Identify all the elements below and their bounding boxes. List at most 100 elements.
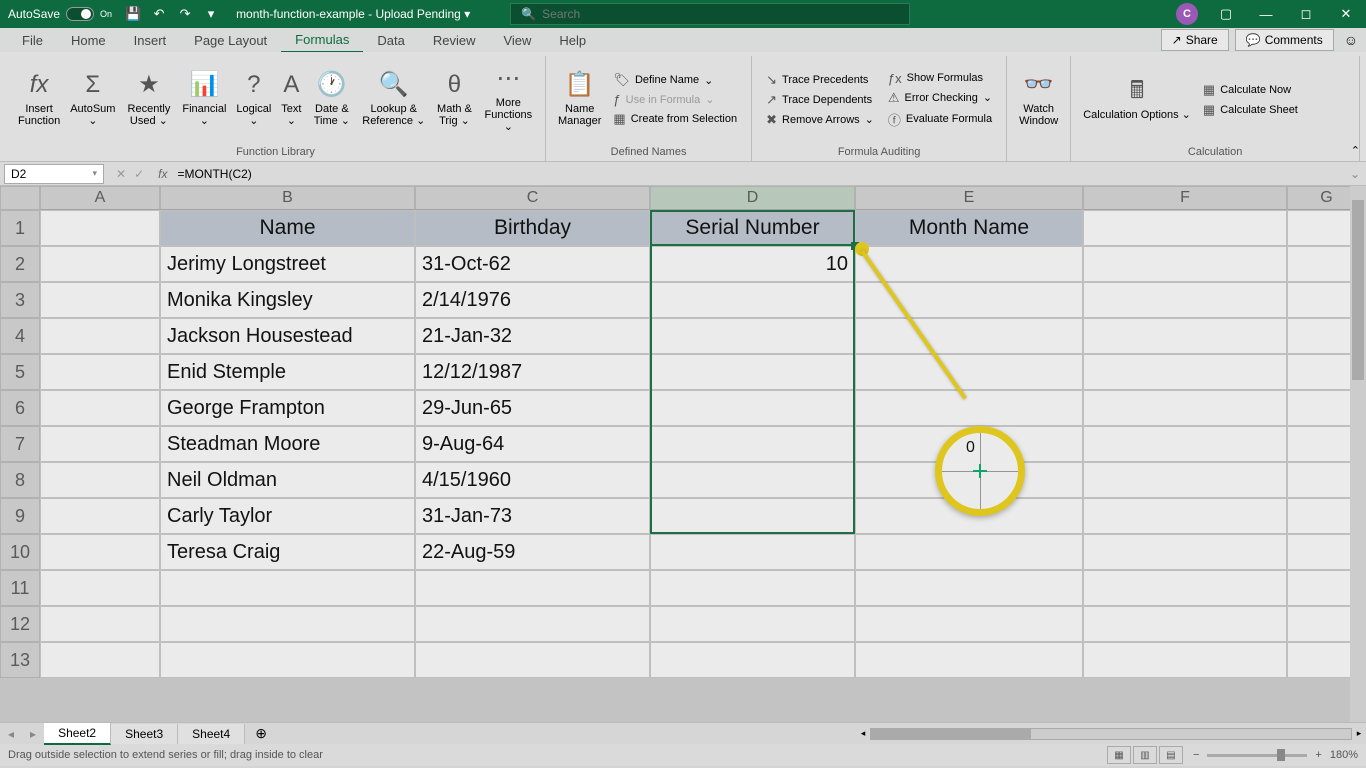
row-header[interactable]: 1 <box>0 210 40 246</box>
cell[interactable] <box>415 642 650 678</box>
trace-precedents-button[interactable]: ↘Trace Precedents <box>766 72 874 88</box>
save-icon[interactable]: 💾 <box>120 0 146 28</box>
column-header[interactable]: D <box>650 186 855 210</box>
cell[interactable]: 31-Jan-73 <box>415 498 650 534</box>
tab-help[interactable]: Help <box>545 29 600 52</box>
search-box[interactable]: 🔍 <box>510 3 910 25</box>
tab-nav-prev-icon[interactable]: ◂ <box>0 727 22 741</box>
lookup-reference-button[interactable]: 🔍Lookup & Reference ⌄ <box>358 56 429 143</box>
name-manager-button[interactable]: 📋Name Manager <box>554 56 605 143</box>
add-sheet-icon[interactable]: ⊕ <box>245 725 277 742</box>
select-all-corner[interactable] <box>0 186 40 210</box>
row-header[interactable]: 4 <box>0 318 40 354</box>
financial-button[interactable]: 📊Financial⌄ <box>178 56 230 143</box>
share-button[interactable]: ↗Share <box>1161 29 1229 51</box>
calculate-sheet-button[interactable]: ▦Calculate Sheet <box>1203 102 1298 118</box>
cell[interactable] <box>40 282 160 318</box>
tab-file[interactable]: File <box>8 29 57 52</box>
cell[interactable]: 12/12/1987 <box>415 354 650 390</box>
tab-insert[interactable]: Insert <box>120 29 181 52</box>
cell[interactable] <box>1083 570 1287 606</box>
formula-input[interactable] <box>173 165 1343 183</box>
use-in-formula-button[interactable]: ƒUse in Formula ⌄ <box>613 92 737 107</box>
tab-view[interactable]: View <box>489 29 545 52</box>
page-layout-view-icon[interactable]: ▥ <box>1133 746 1157 764</box>
create-from-selection-button[interactable]: ▦Create from Selection <box>613 111 737 127</box>
customize-qat-icon[interactable]: ▾ <box>198 0 224 28</box>
ribbon-display-icon[interactable]: ▢ <box>1206 0 1246 28</box>
row-header[interactable]: 12 <box>0 606 40 642</box>
date-time-button[interactable]: 🕐Date & Time ⌄ <box>307 56 356 143</box>
sheet-tab-sheet4[interactable]: Sheet4 <box>178 724 245 744</box>
cell[interactable] <box>40 642 160 678</box>
evaluate-formula-button[interactable]: ⓕEvaluate Formula <box>888 110 992 129</box>
row-header[interactable]: 3 <box>0 282 40 318</box>
cell[interactable] <box>415 606 650 642</box>
cell[interactable] <box>1083 318 1287 354</box>
minimize-icon[interactable]: ― <box>1246 0 1286 28</box>
cell[interactable]: Enid Stemple <box>160 354 415 390</box>
row-header[interactable]: 8 <box>0 462 40 498</box>
horizontal-scrollbar[interactable]: ◂▸ <box>856 727 1366 741</box>
cell[interactable] <box>40 318 160 354</box>
vertical-scrollbar[interactable] <box>1350 186 1366 722</box>
cell[interactable] <box>1083 390 1287 426</box>
cell[interactable]: 22-Aug-59 <box>415 534 650 570</box>
tab-home[interactable]: Home <box>57 29 120 52</box>
page-break-view-icon[interactable]: ▤ <box>1159 746 1183 764</box>
tab-review[interactable]: Review <box>419 29 490 52</box>
cell[interactable] <box>855 642 1083 678</box>
trace-dependents-button[interactable]: ↗Trace Dependents <box>766 92 874 108</box>
watch-window-button[interactable]: 👓Watch Window <box>1015 56 1062 143</box>
cell[interactable] <box>1083 462 1287 498</box>
cell[interactable] <box>650 426 855 462</box>
cell[interactable] <box>40 354 160 390</box>
calculate-now-button[interactable]: ▦Calculate Now <box>1203 82 1298 98</box>
redo-icon[interactable]: ↷ <box>172 0 198 28</box>
cell[interactable]: 9-Aug-64 <box>415 426 650 462</box>
cell[interactable]: 21-Jan-32 <box>415 318 650 354</box>
cell[interactable]: Jerimy Longstreet <box>160 246 415 282</box>
cell[interactable] <box>40 498 160 534</box>
cell[interactable] <box>1083 426 1287 462</box>
fx-label-icon[interactable]: fx <box>152 167 173 181</box>
sheet-tab-sheet3[interactable]: Sheet3 <box>111 724 178 744</box>
cell[interactable] <box>1083 354 1287 390</box>
cell[interactable] <box>650 642 855 678</box>
text-button[interactable]: AText⌄ <box>277 56 305 143</box>
cell[interactable]: 29-Jun-65 <box>415 390 650 426</box>
undo-icon[interactable]: ↶ <box>146 0 172 28</box>
column-header[interactable]: E <box>855 186 1083 210</box>
column-header[interactable]: F <box>1083 186 1287 210</box>
expand-formula-icon[interactable]: ⌄ <box>1344 167 1366 181</box>
cell[interactable] <box>1083 606 1287 642</box>
cell[interactable]: 10 <box>650 246 855 282</box>
autosum-button[interactable]: ΣAutoSum⌄ <box>66 56 119 143</box>
cell[interactable] <box>650 534 855 570</box>
feedback-icon[interactable]: ☺ <box>1344 32 1358 48</box>
cell[interactable] <box>40 246 160 282</box>
cell[interactable] <box>40 390 160 426</box>
column-header[interactable]: B <box>160 186 415 210</box>
cell[interactable] <box>40 534 160 570</box>
cell[interactable]: Month Name <box>855 210 1083 246</box>
cell[interactable]: Monika Kingsley <box>160 282 415 318</box>
row-header[interactable]: 9 <box>0 498 40 534</box>
zoom-level[interactable]: 180% <box>1330 749 1358 761</box>
cell[interactable] <box>1083 498 1287 534</box>
tab-formulas[interactable]: Formulas <box>281 28 363 53</box>
cell[interactable]: 2/14/1976 <box>415 282 650 318</box>
cell[interactable] <box>855 534 1083 570</box>
cell[interactable] <box>650 318 855 354</box>
cell[interactable] <box>650 354 855 390</box>
cell[interactable] <box>1083 246 1287 282</box>
cell[interactable] <box>855 606 1083 642</box>
cell[interactable]: Neil Oldman <box>160 462 415 498</box>
zoom-out-icon[interactable]: − <box>1193 749 1199 761</box>
namebox-dropdown-icon[interactable]: ▾ <box>92 168 97 179</box>
cell[interactable]: Name <box>160 210 415 246</box>
cell[interactable]: George Frampton <box>160 390 415 426</box>
cell[interactable] <box>650 282 855 318</box>
cell[interactable] <box>415 570 650 606</box>
cell[interactable] <box>650 462 855 498</box>
